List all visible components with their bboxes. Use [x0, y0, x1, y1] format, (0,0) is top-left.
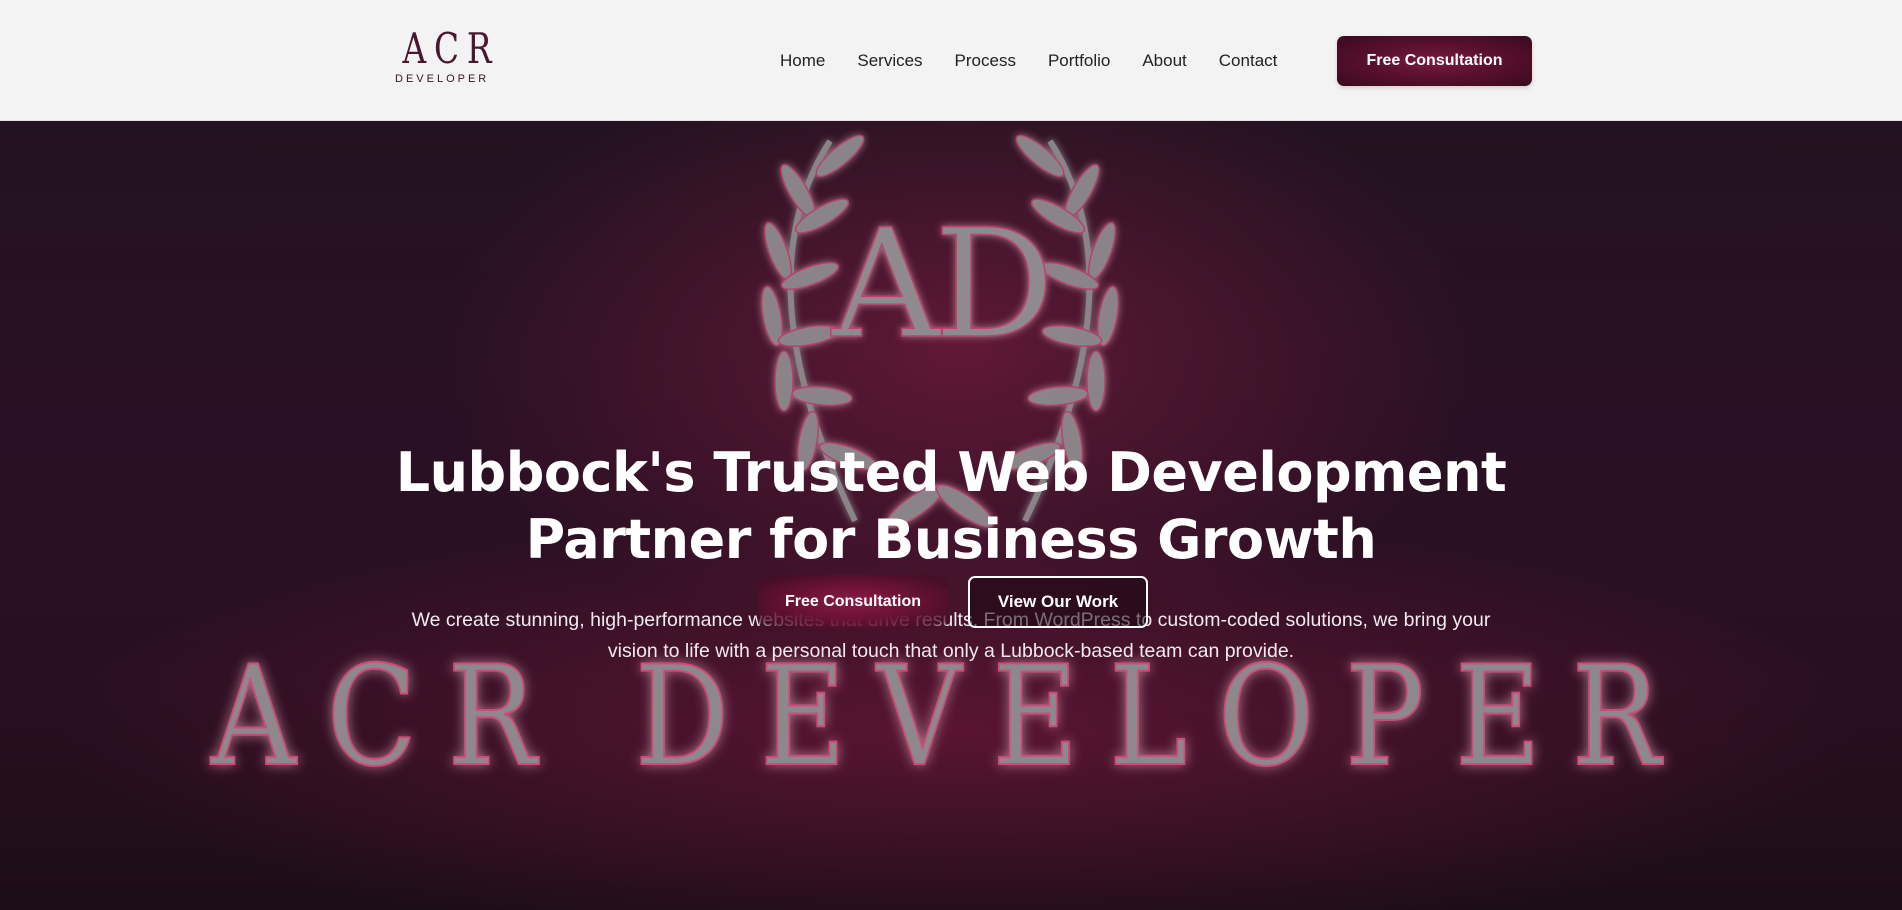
- nav-item-home[interactable]: Home: [780, 51, 825, 71]
- logo-mark: ACR: [402, 24, 500, 73]
- site-header: ACR DEVELOPER Home Services Process Port…: [0, 0, 1902, 121]
- main-nav: Home Services Process Portfolio About Co…: [780, 0, 1309, 121]
- hero-description-line-2: vision to life with a personal touch tha…: [607, 640, 1295, 662]
- hero-section: AD ACR DEVELOPER Lubbock's Trusted Web D…: [0, 121, 1902, 910]
- nav-item-services[interactable]: Services: [857, 51, 922, 71]
- emblem-monogram: AD: [831, 198, 1049, 372]
- hero-description-line-1: We create stunning, high-performance web…: [411, 609, 1491, 631]
- nav-item-process[interactable]: Process: [955, 51, 1016, 71]
- nav-item-portfolio[interactable]: Portfolio: [1048, 51, 1110, 71]
- header-free-consultation-button[interactable]: Free Consultation: [1337, 36, 1532, 86]
- logo-subtitle: DEVELOPER: [395, 73, 490, 85]
- hero-description: We create stunning, high-performance web…: [370, 605, 1532, 667]
- view-our-work-button[interactable]: View Our Work: [968, 576, 1148, 628]
- hero-free-consultation-button[interactable]: Free Consultation: [758, 575, 948, 628]
- hero-title-line-2: Partner for Business Growth: [525, 508, 1377, 571]
- hero-title-line-1: Lubbock's Trusted Web Development: [395, 441, 1507, 504]
- nav-item-about[interactable]: About: [1142, 51, 1186, 71]
- hero-title: Lubbock's Trusted Web Development Partne…: [0, 439, 1902, 573]
- site-logo[interactable]: ACR DEVELOPER: [392, 24, 500, 88]
- nav-item-contact[interactable]: Contact: [1219, 51, 1278, 71]
